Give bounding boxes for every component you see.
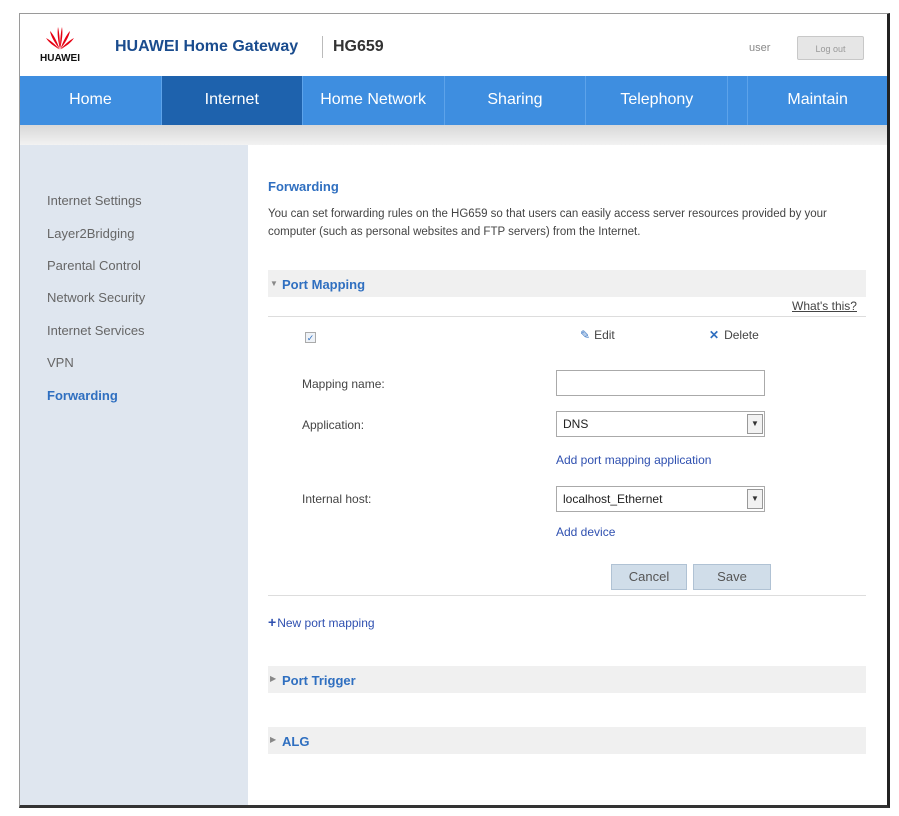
sidebar-item-internet-settings[interactable]: Internet Settings xyxy=(47,193,142,208)
application-label: Application: xyxy=(302,418,365,432)
main-nav: Home Internet Home Network Sharing Telep… xyxy=(20,76,887,125)
internal-host-label: Internal host: xyxy=(302,492,372,506)
alg-header[interactable]: ▶ ALG xyxy=(268,727,866,754)
internal-host-select[interactable]: localhost_Ethernet ▼ xyxy=(556,486,765,512)
divider xyxy=(268,316,866,317)
save-button[interactable]: Save xyxy=(693,564,771,590)
chevron-right-icon: ▶ xyxy=(270,735,277,744)
port-mapping-label: Port Mapping xyxy=(282,277,366,292)
nav-telephony[interactable]: Telephony xyxy=(586,76,729,125)
internal-host-value: localhost_Ethernet xyxy=(563,492,663,506)
title-divider xyxy=(322,36,323,58)
add-port-mapping-application-link[interactable]: Add port mapping application xyxy=(556,453,711,467)
mapping-name-label: Mapping name: xyxy=(302,377,385,391)
nav-shadow xyxy=(20,125,887,145)
nav-home[interactable]: Home xyxy=(20,76,162,125)
nav-maintain[interactable]: Maintain xyxy=(748,76,887,125)
edit-button[interactable]: ✎ Edit xyxy=(580,328,615,342)
page-description: You can set forwarding rules on the HG65… xyxy=(268,208,827,238)
cancel-button[interactable]: Cancel xyxy=(611,564,687,590)
browser-frame: HUAWEI HUAWEI Home Gateway HG659 user Lo… xyxy=(19,13,890,808)
sidebar-item-internet-services[interactable]: Internet Services xyxy=(47,323,145,338)
new-port-mapping-label: New port mapping xyxy=(277,616,375,630)
alg-label: ALG xyxy=(282,734,310,749)
sidebar-item-layer2bridging[interactable]: Layer2Bridging xyxy=(47,226,134,241)
divider xyxy=(268,595,866,596)
sidebar-item-vpn[interactable]: VPN xyxy=(47,355,74,370)
plus-icon: + xyxy=(268,614,277,630)
select-checkbox[interactable]: ✓ xyxy=(305,332,316,343)
port-mapping-header[interactable]: ▼ Port Mapping xyxy=(268,270,866,297)
chevron-down-icon: ▼ xyxy=(270,279,278,288)
application-select[interactable]: DNS ▼ xyxy=(556,411,765,437)
sidebar-item-parental-control[interactable]: Parental Control xyxy=(47,258,141,273)
add-device-link[interactable]: Add device xyxy=(556,525,615,539)
whats-this-link[interactable]: What's this? xyxy=(792,299,857,313)
huawei-logo-icon xyxy=(46,27,74,50)
model-name: HG659 xyxy=(333,38,384,55)
logo-text: HUAWEI xyxy=(40,53,80,64)
nav-home-network[interactable]: Home Network xyxy=(303,76,445,125)
user-name: user xyxy=(749,42,771,54)
nav-spacer xyxy=(728,76,749,125)
chevron-down-icon: ▼ xyxy=(747,414,763,434)
main-content: Forwarding You can set forwarding rules … xyxy=(248,145,887,805)
delete-label: Delete xyxy=(724,328,759,342)
edit-icon: ✎ xyxy=(580,328,591,342)
new-port-mapping-link[interactable]: +New port mapping xyxy=(268,614,375,630)
sidebar-item-network-security[interactable]: Network Security xyxy=(47,290,145,305)
delete-button[interactable]: ✕ Delete xyxy=(709,328,759,342)
port-trigger-label: Port Trigger xyxy=(282,673,356,688)
page-title: Forwarding xyxy=(268,179,339,194)
port-trigger-header[interactable]: ▶ Port Trigger xyxy=(268,666,866,693)
logout-button[interactable]: Log out xyxy=(797,36,864,60)
nav-sharing[interactable]: Sharing xyxy=(445,76,587,125)
chevron-down-icon: ▼ xyxy=(747,489,763,509)
application-value: DNS xyxy=(563,417,589,431)
sidebar: Internet Settings Layer2Bridging Parenta… xyxy=(20,145,248,805)
sidebar-item-forwarding[interactable]: Forwarding xyxy=(47,388,118,403)
chevron-right-icon: ▶ xyxy=(270,674,277,683)
edit-label: Edit xyxy=(594,328,615,342)
header: HUAWEI HUAWEI Home Gateway HG659 user Lo… xyxy=(20,14,887,76)
mapping-name-input[interactable] xyxy=(556,370,765,396)
nav-internet[interactable]: Internet xyxy=(161,76,303,125)
close-icon: ✕ xyxy=(709,328,720,342)
app-title: HUAWEI Home Gateway xyxy=(115,38,299,55)
huawei-logo: HUAWEI xyxy=(38,23,82,67)
